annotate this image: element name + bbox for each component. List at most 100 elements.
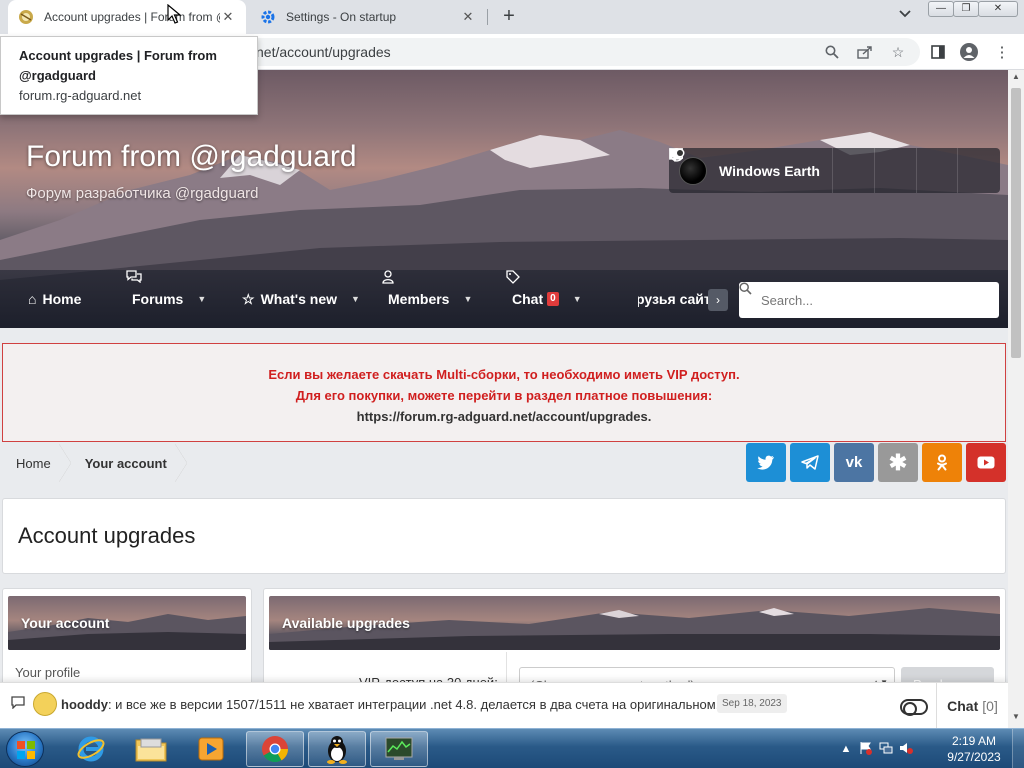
site-subtitle: Форум разработчика @rgadguard [26, 185, 259, 202]
chat-count: [0] [982, 698, 998, 714]
telegram-share-button[interactable] [790, 443, 830, 482]
taskbar-clock[interactable]: 2:19 AM 9/27/2023 [938, 733, 1010, 765]
dark-mode-moon-icon[interactable] [670, 148, 1000, 193]
nav-label: Chat [512, 291, 544, 307]
chevron-down-icon[interactable]: ▼ [197, 294, 206, 304]
more-share-button[interactable]: ✱ [878, 443, 918, 482]
user-account-link[interactable]: Windows Earth [669, 148, 833, 193]
forum-favicon-icon [18, 9, 34, 25]
tab-settings[interactable]: Settings - On startup ✕ [250, 0, 486, 34]
nav-forums[interactable]: Forums ▼ [126, 270, 206, 328]
nav-friends[interactable]: Друзья сайта [638, 270, 710, 328]
taskbar-explorer[interactable] [122, 731, 180, 767]
nav-home[interactable]: ⌂ Home [28, 270, 81, 328]
vk-logo-icon: vk [845, 454, 863, 471]
taskbar-internet-explorer[interactable] [62, 731, 120, 767]
penguin-icon [327, 736, 347, 764]
minimize-window-icon[interactable]: — [928, 1, 954, 17]
url-text[interactable]: net/account/upgrades [256, 44, 391, 60]
chat-timestamp: Sep 18, 2023 [717, 694, 787, 713]
share-icon[interactable] [855, 42, 875, 62]
internet-explorer-icon [77, 736, 105, 762]
chat-open-button[interactable]: Chat [0] [936, 683, 1008, 728]
vip-notice: Если вы желаете скачать Multi-сборки, то… [2, 343, 1006, 442]
inbox-envelope-icon[interactable] [669, 148, 875, 193]
chevron-down-icon[interactable]: ▼ [573, 294, 582, 304]
taskbar-linux-tool[interactable] [308, 731, 366, 767]
tab-close-icon[interactable]: ✕ [220, 9, 236, 25]
home-icon: ⌂ [28, 291, 37, 307]
tray-expand-icon[interactable]: ▲ [838, 741, 854, 757]
chevron-down-icon[interactable]: ▼ [463, 294, 472, 304]
chat-username[interactable]: hooddy [61, 697, 108, 712]
nav-members[interactable]: Members ▼ [382, 270, 472, 328]
new-tab-icon[interactable]: + [498, 5, 520, 27]
action-center-flag-icon[interactable] [858, 741, 874, 757]
tab-close-icon[interactable]: ✕ [460, 9, 476, 25]
notice-link[interactable]: https://forum.rg-adguard.net/account/upg… [3, 406, 1005, 427]
close-window-icon[interactable]: ✕ [978, 1, 1018, 17]
youtube-play-icon [977, 456, 995, 469]
nav-scroll-right-icon[interactable]: › [708, 289, 728, 311]
breadcrumb-home[interactable]: Home [2, 444, 71, 482]
show-desktop-button[interactable] [1012, 729, 1024, 768]
scroll-down-arrow-icon[interactable]: ▼ [1008, 712, 1024, 726]
scroll-up-arrow-icon[interactable]: ▲ [1008, 72, 1024, 86]
vk-share-button[interactable]: vk [834, 443, 874, 482]
asterisk-icon: ✱ [888, 449, 908, 475]
nav-label: Home [42, 291, 82, 307]
nav-chat[interactable]: Chat 0 ▼ [506, 270, 582, 328]
chat-last-message[interactable]: hooddy: и все же в версии 1507/1511 не х… [61, 697, 727, 712]
network-icon[interactable] [878, 741, 894, 757]
nav-whats-new[interactable]: ☆ What's new ▼ [242, 270, 360, 328]
start-button[interactable] [6, 731, 44, 767]
chat-toggle-icon[interactable] [900, 699, 928, 716]
taskbar-chrome[interactable] [246, 731, 304, 767]
youtube-share-button[interactable] [966, 443, 1006, 482]
twitter-bird-icon [757, 455, 774, 470]
your-profile-link[interactable]: Your profile [15, 665, 80, 680]
mouse-cursor-icon [167, 3, 182, 27]
tab-search-chevron-icon[interactable] [894, 7, 916, 27]
search-input[interactable]: Search... [739, 282, 999, 318]
chat-bubble-icon[interactable] [11, 696, 25, 712]
breadcrumb-your-account[interactable]: Your account [71, 444, 187, 482]
breadcrumb: Home Your account [2, 444, 187, 482]
scrollbar-thumb[interactable] [1011, 88, 1021, 358]
page-scrollbar[interactable]: ▲ ▼ [1008, 70, 1024, 728]
odnoklassniki-icon [937, 454, 947, 471]
chrome-icon [262, 736, 289, 763]
windows-taskbar: ▲ 2:19 AM 9/27/2023 [0, 728, 1024, 768]
alerts-bell-icon[interactable] [669, 148, 917, 193]
browser-tab-strip: Account upgrades | Forum from @rgadguard… [0, 0, 1024, 34]
side-panel-icon[interactable] [928, 42, 948, 62]
taskbar-task-manager[interactable] [370, 731, 428, 767]
settings-gear-icon [260, 9, 276, 25]
odnoklassniki-share-button[interactable] [922, 443, 962, 482]
site-title[interactable]: Forum from @rgadguard [26, 140, 357, 174]
chevron-down-icon[interactable]: ▼ [351, 294, 360, 304]
nav-overflow-clip: Друзья сайта [638, 270, 710, 328]
profile-avatar-icon[interactable] [959, 42, 979, 62]
tab-title: Account upgrades | Forum from @rgadguard [44, 10, 220, 24]
chat-ticker-bar: hooddy: и все же в версии 1507/1511 не х… [0, 682, 1008, 728]
bookmark-star-icon[interactable]: ☆ [888, 42, 908, 62]
taskbar-media-player[interactable] [182, 731, 240, 767]
telegram-plane-icon [801, 455, 819, 470]
style-toggle-icon[interactable] [669, 148, 959, 193]
twitter-share-button[interactable] [746, 443, 786, 482]
tab-account-upgrades[interactable]: Account upgrades | Forum from @rgadguard… [8, 0, 246, 34]
zoom-search-icon[interactable] [822, 42, 842, 62]
tooltip-host: forum.rg-adguard.net [19, 88, 142, 103]
system-tray: ▲ [838, 729, 918, 768]
nav-label: Members [388, 291, 450, 307]
username: Windows Earth [719, 162, 820, 179]
folder-icon [135, 738, 167, 762]
chat-count-badge: 0 [547, 292, 559, 306]
browser-menu-icon[interactable]: ⋮ [992, 42, 1012, 62]
clock-date: 9/27/2023 [947, 750, 1001, 764]
volume-muted-icon[interactable] [898, 741, 914, 757]
restore-window-icon[interactable]: ❐ [953, 1, 979, 17]
side-panel-title: Your account [21, 615, 110, 631]
avatar[interactable] [33, 692, 57, 716]
